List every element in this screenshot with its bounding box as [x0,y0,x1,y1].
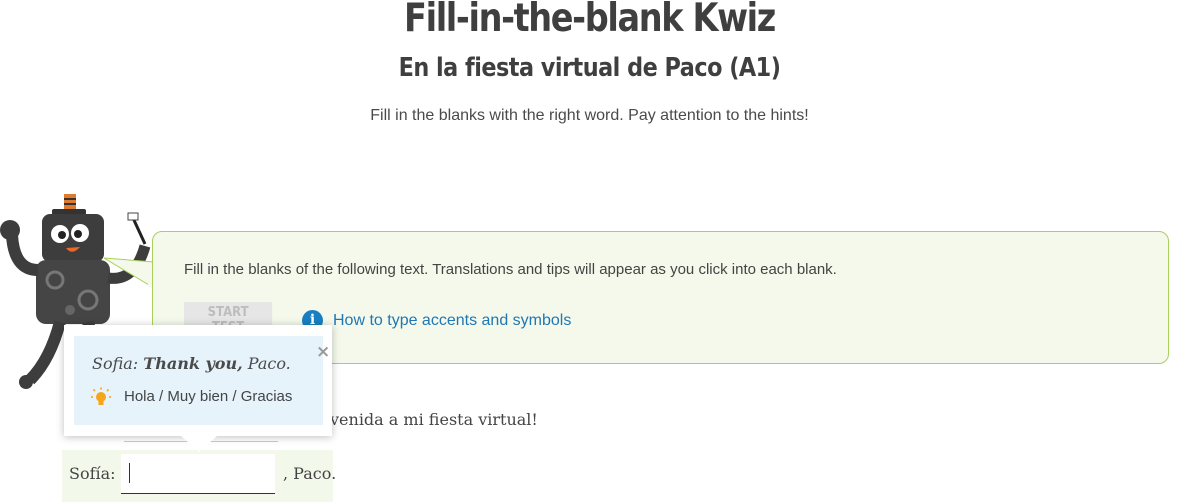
page-title: Fill-in-the-blank Kwiz [404,0,776,41]
speech-bubble-tail [104,257,155,289]
speaker-label: Sofía: [69,464,116,483]
text-caret [129,463,130,483]
answer-blank-input[interactable] [121,454,275,494]
lightbulb-icon [91,387,111,405]
translation-text: Sofia: Thank you, Paco. [92,354,291,373]
accents-help-link[interactable]: How to type accents and symbols [333,312,571,330]
translation-speaker: Sofia: [92,354,139,373]
tooltip-body: × Sofia: Thank you, Paco. Hola / Muy bie… [74,336,330,425]
line-continuation: , Paco. [283,464,337,483]
intro-text: Fill in the blanks with the right word. … [370,107,809,124]
translation-rest: Paco. [247,354,291,373]
hint-tooltip: × Sofia: Thank you, Paco. Hola / Muy bie… [64,325,332,452]
close-icon[interactable]: × [316,344,330,361]
hint-options: Hola / Muy bien / Gracias [124,388,293,405]
tooltip-arrow [181,436,217,452]
exercise-line-1: venida a mi fiesta virtual! [330,410,538,429]
translation-phrase: Thank you, [143,354,243,373]
exercise-line-2: Sofía: , Paco. [62,450,337,502]
page-subtitle: En la fiesta virtual de Paco (A1) [398,53,781,83]
instructions-text: Fill in the blanks of the following text… [184,261,837,278]
